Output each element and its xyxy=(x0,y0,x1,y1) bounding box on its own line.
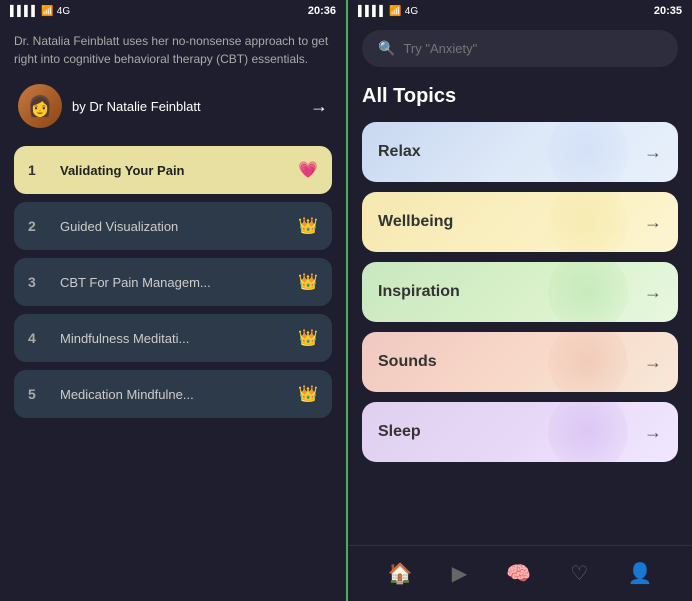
track-number: 1 xyxy=(28,162,48,178)
topic-label: Sleep xyxy=(378,423,421,441)
track-item-4[interactable]: 4 Mindfulness Meditati... 👑 xyxy=(14,314,332,362)
topic-decoration xyxy=(548,262,628,322)
topic-label: Wellbeing xyxy=(378,213,453,231)
left-panel: ▌▌▌▌ 📶 4G 20:36 Dr. Natalia Feinblatt us… xyxy=(0,0,346,601)
topic-decoration xyxy=(548,122,628,182)
topic-label: Relax xyxy=(378,143,421,161)
right-panel: ▌▌▌▌ 📶 4G 20:35 🔍 All Topics Relax → Wel… xyxy=(346,0,692,601)
track-lock-icon: 👑 xyxy=(298,216,318,236)
track-item-5[interactable]: 5 Medication Mindfulne... 👑 xyxy=(14,370,332,418)
topic-decoration xyxy=(548,332,628,392)
author-name: by Dr Natalie Feinblatt xyxy=(72,99,201,114)
topic-arrow-icon: → xyxy=(644,212,662,233)
right-clock: 20:35 xyxy=(654,5,682,17)
author-row[interactable]: 👩 by Dr Natalie Feinblatt → xyxy=(14,84,332,128)
topic-label: Sounds xyxy=(378,353,437,371)
topic-card-relax[interactable]: Relax → xyxy=(362,122,678,182)
topic-arrow-icon: → xyxy=(644,352,662,373)
track-title: CBT For Pain Managem... xyxy=(60,275,286,290)
right-status-icons: ▌▌▌▌ 📶 4G xyxy=(358,6,418,17)
bottom-nav: 🏠 ▶ 🧠 ♡ 👤 xyxy=(348,545,692,601)
topic-card-inspiration[interactable]: Inspiration → xyxy=(362,262,678,322)
track-number: 4 xyxy=(28,330,48,346)
track-item-2[interactable]: 2 Guided Visualization 👑 xyxy=(14,202,332,250)
network-type: 4G xyxy=(57,6,70,17)
search-bar[interactable]: 🔍 xyxy=(362,30,678,67)
avatar: 👩 xyxy=(18,84,62,128)
signal-icon-right: ▌▌▌▌ xyxy=(358,6,386,17)
avatar-image: 👩 xyxy=(28,94,53,119)
topic-decoration xyxy=(548,192,628,252)
track-lock-icon: 💗 xyxy=(298,160,318,180)
search-input[interactable] xyxy=(403,41,662,56)
track-number: 2 xyxy=(28,218,48,234)
track-list: 1 Validating Your Pain 💗 2 Guided Visual… xyxy=(14,146,332,418)
left-clock: 20:36 xyxy=(308,5,336,17)
topic-label: Inspiration xyxy=(378,283,460,301)
track-lock-icon: 👑 xyxy=(298,328,318,348)
track-number: 5 xyxy=(28,386,48,402)
topic-card-sounds[interactable]: Sounds → xyxy=(362,332,678,392)
nav-play[interactable]: ▶ xyxy=(444,553,475,594)
nav-home[interactable]: 🏠 xyxy=(380,553,421,594)
track-title: Validating Your Pain xyxy=(60,163,286,178)
left-status-icons: ▌▌▌▌ 📶 4G xyxy=(10,6,70,17)
signal-icon: ▌▌▌▌ xyxy=(10,6,38,17)
left-content: Dr. Natalia Feinblatt uses her no-nonsen… xyxy=(0,22,346,601)
topic-arrow-icon: → xyxy=(644,142,662,163)
description: Dr. Natalia Feinblatt uses her no-nonsen… xyxy=(14,32,332,68)
search-icon: 🔍 xyxy=(378,40,395,57)
nav-profile[interactable]: 👤 xyxy=(619,553,660,594)
wifi-icon: 📶 xyxy=(41,6,53,17)
topic-arrow-icon: → xyxy=(644,282,662,303)
wifi-icon-right: 📶 xyxy=(389,6,401,17)
network-type-right: 4G xyxy=(405,6,418,17)
topic-arrow-icon: → xyxy=(644,422,662,443)
track-title: Guided Visualization xyxy=(60,219,286,234)
track-number: 3 xyxy=(28,274,48,290)
author-arrow-icon[interactable]: → xyxy=(310,96,328,117)
track-title: Mindfulness Meditati... xyxy=(60,331,286,346)
status-bar-right: ▌▌▌▌ 📶 4G 20:35 xyxy=(348,0,692,22)
track-item-1[interactable]: 1 Validating Your Pain 💗 xyxy=(14,146,332,194)
track-item-3[interactable]: 3 CBT For Pain Managem... 👑 xyxy=(14,258,332,306)
status-bar-left: ▌▌▌▌ 📶 4G 20:36 xyxy=(0,0,346,22)
author-info: 👩 by Dr Natalie Feinblatt xyxy=(18,84,201,128)
track-title: Medication Mindfulne... xyxy=(60,387,286,402)
topic-decoration xyxy=(548,402,628,462)
nav-favorites[interactable]: ♡ xyxy=(562,553,596,594)
track-lock-icon: 👑 xyxy=(298,272,318,292)
track-lock-icon: 👑 xyxy=(298,384,318,404)
nav-mindfulness[interactable]: 🧠 xyxy=(498,553,539,594)
topic-list: Relax → Wellbeing → Inspiration → Sounds… xyxy=(362,122,678,462)
all-topics-title: All Topics xyxy=(362,85,678,108)
topic-card-sleep[interactable]: Sleep → xyxy=(362,402,678,462)
topic-card-wellbeing[interactable]: Wellbeing → xyxy=(362,192,678,252)
right-content: 🔍 All Topics Relax → Wellbeing → Inspira… xyxy=(348,22,692,545)
